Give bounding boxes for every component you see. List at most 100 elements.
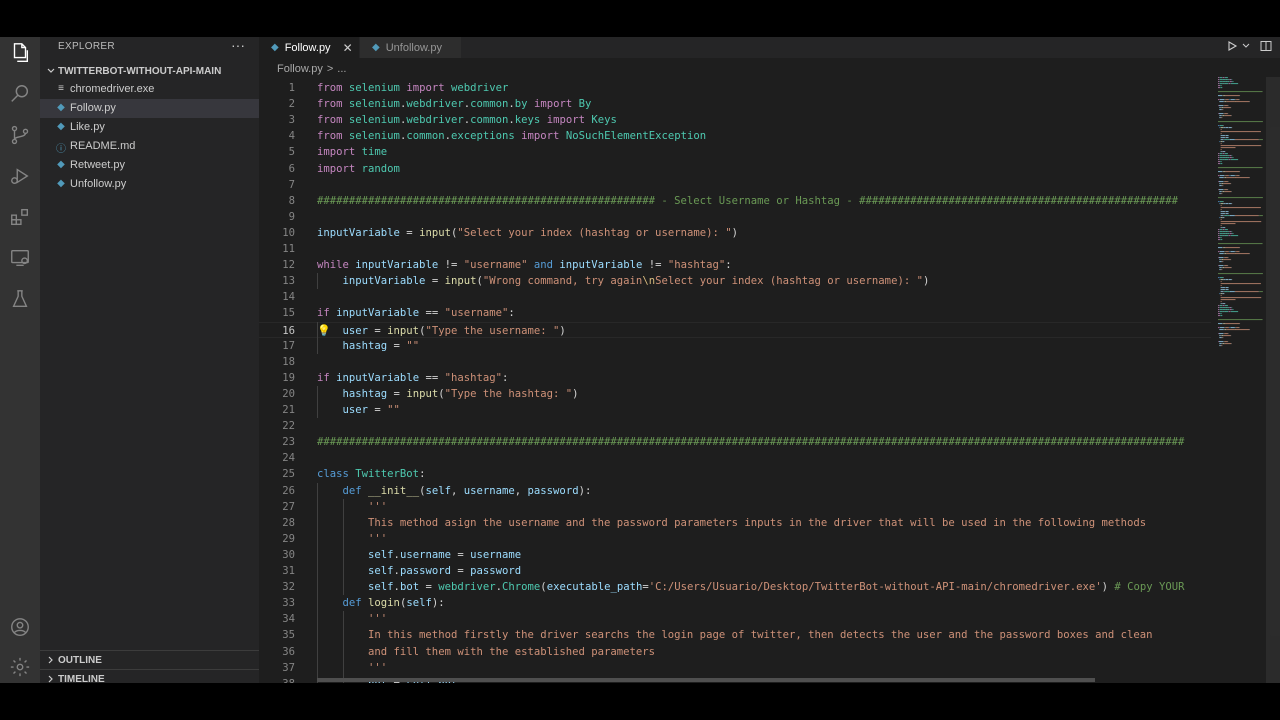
code-line[interactable]: 31 self.password = password (259, 563, 1211, 579)
code-line[interactable]: 1 from selenium import webdriver (259, 80, 1211, 96)
code-line[interactable]: 33 def login(self): (259, 595, 1211, 611)
split-editor-icon[interactable] (1260, 40, 1272, 52)
code-line[interactable]: 19 if inputVariable == "hashtag": (259, 370, 1211, 386)
code-line[interactable]: 11 (259, 241, 1211, 257)
code-line[interactable]: 21 user = "" (259, 402, 1211, 418)
file-item[interactable]: ◆ Retweet.py (40, 156, 259, 175)
code-line[interactable]: 6 import random (259, 161, 1211, 177)
code-line[interactable]: 12 while inputVariable != "username" and … (259, 257, 1211, 273)
vertical-scrollbar[interactable] (1266, 77, 1280, 683)
code-line[interactable]: 9 (259, 209, 1211, 225)
close-icon[interactable]: ✕ (343, 41, 353, 55)
minimap-mark (1219, 345, 1221, 347)
code-line[interactable]: 18 (259, 354, 1211, 370)
source-control-icon[interactable] (8, 123, 32, 147)
code-line[interactable]: 20 hashtag = input("Type the hashtag: ") (259, 386, 1211, 402)
code-line[interactable]: 22 (259, 418, 1211, 434)
code-line[interactable]: 30 self.username = username (259, 547, 1211, 563)
tab-unfollow-py[interactable]: ◆ Unfollow.py (360, 37, 461, 58)
code-token: inputVariable (355, 259, 439, 272)
minimap-mark (1222, 233, 1226, 235)
breadcrumb-symbol[interactable]: ... (337, 63, 346, 75)
minimap-mark (1223, 253, 1225, 255)
minimap-mark (1230, 311, 1239, 313)
code-line[interactable]: 4 from selenium.common.exceptions import … (259, 128, 1211, 144)
code-line[interactable]: 37 ''' (259, 660, 1211, 676)
code-line[interactable]: 13 inputVariable = input("Wrong command,… (259, 273, 1211, 289)
code-line[interactable]: 8 #######################################… (259, 193, 1211, 209)
code-line[interactable]: 14 (259, 289, 1211, 305)
code-line[interactable]: 16 user = input("Type the username: ") 💡 (259, 321, 1211, 339)
code-editor[interactable]: 1 from selenium import webdriver 2 from sel… (259, 77, 1211, 683)
horizontal-scrollbar[interactable] (317, 678, 1095, 682)
code-line[interactable]: 26 def __init__(self, username, password… (259, 483, 1211, 499)
minimap-mark (1224, 303, 1226, 305)
minimap-mark (1236, 251, 1240, 253)
outline-section[interactable]: OUTLINE (40, 650, 259, 669)
tab-follow-py[interactable]: ◆ Follow.py ✕ (259, 37, 359, 58)
files-icon[interactable] (8, 41, 32, 65)
code-line[interactable]: 2 from selenium.webdriver.common.by impor… (259, 96, 1211, 112)
breadcrumb-file[interactable]: Follow.py (277, 63, 323, 75)
minimap-mark (1228, 307, 1229, 309)
minimap-mark (1220, 239, 1223, 241)
code-line[interactable]: 27 ''' (259, 499, 1211, 515)
minimap-mark (1224, 113, 1228, 115)
workspace-folder[interactable]: TWITTERBOT-WITHOUT-API-MAIN (40, 63, 259, 81)
code-line[interactable]: 36 and fill them with the established pa… (259, 644, 1211, 660)
settings-gear-icon[interactable] (8, 655, 32, 679)
account-icon[interactable] (8, 615, 32, 639)
code-text: hashtag = "" (317, 338, 420, 354)
minimap-mark (1219, 233, 1223, 235)
minimap-mark (1218, 305, 1220, 307)
more-actions-icon[interactable]: ··· (231, 37, 245, 53)
extensions-icon[interactable] (8, 205, 32, 229)
minimap-mark (1222, 305, 1225, 307)
line-number: 35 (282, 629, 295, 642)
lightbulb-icon[interactable]: 💡 (317, 323, 331, 339)
code-line[interactable]: 10 inputVariable = input("Select your ind… (259, 225, 1211, 241)
code-line[interactable]: 32 self.bot = webdriver.Chrome(executabl… (259, 579, 1211, 595)
minimap-mark (1225, 127, 1229, 129)
code-line[interactable]: 23 ######################################… (259, 434, 1211, 450)
code-line[interactable]: 35 In this method firstly the driver sea… (259, 627, 1211, 643)
timeline-section[interactable]: TIMELINE (40, 669, 259, 683)
code-token: == (419, 307, 445, 320)
minimap-mark (1222, 211, 1225, 213)
explorer-sidebar: EXPLORER ··· TWITTERBOT-WITHOUT-API-MAIN… (40, 37, 259, 683)
code-line[interactable]: 24 (259, 450, 1211, 466)
chevron-down-icon[interactable] (1242, 42, 1250, 50)
minimap-mark (1220, 295, 1222, 297)
line-number: 32 (282, 581, 295, 594)
minimap-mark (1223, 291, 1225, 293)
file-item[interactable]: ◆ Unfollow.py (40, 175, 259, 194)
code-line[interactable]: 34 ''' (259, 611, 1211, 627)
code-line[interactable]: 29 ''' (259, 531, 1211, 547)
search-icon[interactable] (8, 82, 32, 106)
minimap-mark (1229, 155, 1232, 157)
code-line[interactable]: 7 (259, 177, 1211, 193)
file-item[interactable]: ◆ Follow.py (40, 99, 259, 118)
code-line[interactable]: 28 This method asign the username and th… (259, 515, 1211, 531)
minimap-mark (1230, 175, 1235, 177)
minimap-mark (1225, 95, 1240, 97)
minimap-mark (1219, 185, 1222, 187)
code-line[interactable]: 5 import time (259, 144, 1211, 160)
run-icon[interactable] (1226, 40, 1238, 52)
minimap-mark (1230, 259, 1232, 261)
run-debug-icon[interactable] (8, 164, 32, 188)
code-line[interactable]: 25 class TwitterBot: (259, 466, 1211, 482)
minimap-mark (1218, 229, 1220, 231)
code-line[interactable]: 15 if inputVariable == "username": (259, 305, 1211, 321)
file-item[interactable]: ⓘ README.md (40, 137, 259, 156)
testing-icon[interactable] (8, 287, 32, 311)
file-item[interactable]: ◆ Like.py (40, 118, 259, 137)
file-item[interactable]: ≡ chromedriver.exe (40, 80, 259, 99)
code-line[interactable]: 3 from selenium.webdriver.common.keys imp… (259, 112, 1211, 128)
minimap-mark (1219, 311, 1223, 313)
minimap-mark (1219, 79, 1223, 81)
remote-explorer-icon[interactable] (8, 246, 32, 270)
minimap-mark (1222, 151, 1224, 153)
code-line[interactable]: 17 hashtag = "" (259, 338, 1211, 354)
